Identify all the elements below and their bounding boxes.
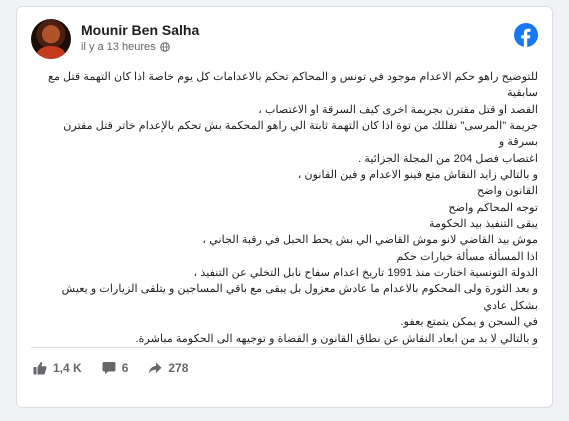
- avatar-shirt: [37, 46, 65, 59]
- post-line: يبقى التنفيذ بيد الحكومة: [428, 218, 538, 231]
- post-line: اذا المسألة مسألة خيارات حكم: [396, 250, 538, 263]
- post-line: موش بيد القاضي لانو موش القاضي الي بش يح…: [202, 234, 538, 247]
- post-stats: 1,4 K 6 278: [33, 356, 188, 380]
- globe-icon: [159, 42, 170, 52]
- post-line: القانون واضح: [476, 185, 538, 198]
- author-name[interactable]: Mounir Ben Salha: [81, 22, 199, 38]
- post-time[interactable]: il y a 13 heures: [81, 41, 156, 53]
- post-line: و بالتالي زايد النقاش متع فينو الاعدام و…: [297, 169, 538, 182]
- likes-count: 1,4 K: [53, 361, 82, 375]
- footer-divider: [31, 347, 538, 348]
- post-body: للتوضيح راهو حكم الاعدام موجود في تونس و…: [37, 69, 538, 347]
- post-line: توجه المحاكم واضح: [448, 201, 538, 214]
- comments-count: 6: [121, 361, 129, 375]
- shares-stat[interactable]: 278: [148, 361, 188, 375]
- comment-icon: [102, 362, 116, 375]
- shares-count: 278: [168, 361, 189, 375]
- thumbs-up-icon: [33, 362, 47, 375]
- post-meta: il y a 13 heures: [81, 41, 170, 53]
- post-line: جريمة "المرسى" نفللك من توة اذا كان الته…: [63, 120, 538, 149]
- facebook-logo-icon[interactable]: [514, 23, 538, 47]
- post-line: في السجن و يمكن يتمتع بعفو.: [400, 316, 538, 329]
- author-avatar[interactable]: [31, 19, 71, 59]
- post-line: للتوضيح راهو حكم الاعدام موجود في تونس و…: [48, 71, 538, 100]
- post-line: و بعد الثورة ولى المحكوم بالاعدام ما عاد…: [61, 283, 538, 312]
- post-header: Mounir Ben Salha il y a 13 heures: [31, 19, 540, 63]
- post-line: و بالتالي لا بد من ابعاد النقاش عن نطاق …: [135, 332, 538, 345]
- comments-stat[interactable]: 6: [102, 361, 129, 375]
- post-line: اغتصاب فصل 204 من المجلة الجزائية .: [358, 152, 538, 165]
- share-arrow-icon: [149, 362, 162, 374]
- post-line: القصد او قتل مقترن بجريمة اخرى كيف السرق…: [258, 103, 538, 116]
- post-line: الدولة التونسية اختارت منذ 1991 تاريخ اع…: [193, 267, 538, 280]
- post-card: Mounir Ben Salha il y a 13 heures للتوضي…: [16, 6, 553, 408]
- likes-stat[interactable]: 1,4 K: [33, 361, 82, 375]
